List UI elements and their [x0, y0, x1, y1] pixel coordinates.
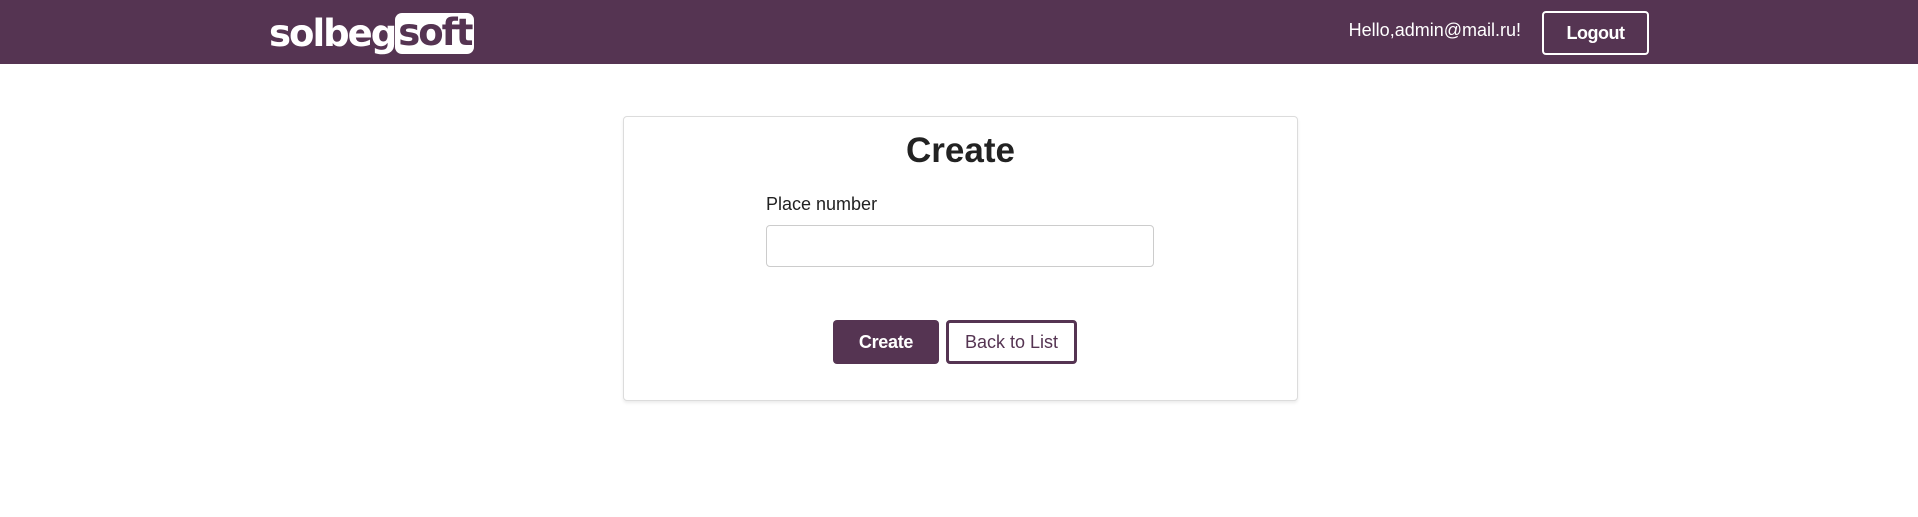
- place-number-label: Place number: [766, 194, 878, 214]
- create-button[interactable]: Create: [833, 320, 939, 364]
- user-greeting: Hello,admin@mail.ru!: [1348, 20, 1521, 40]
- solbegsoft-logo[interactable]: solbeg soft: [269, 11, 475, 55]
- logo-text-soft: soft: [395, 12, 475, 54]
- page-title: Create: [906, 131, 1015, 170]
- place-number-input[interactable]: [766, 225, 1154, 267]
- top-navbar: solbeg soft Hello,admin@mail.ru! Logout: [0, 0, 1918, 64]
- logout-button[interactable]: Logout: [1542, 11, 1649, 55]
- back-to-list-button[interactable]: Back to List: [946, 320, 1077, 364]
- logo-text-solbeg: solbeg: [269, 11, 397, 55]
- create-form-card: Create Place number Create Back to List: [623, 116, 1298, 401]
